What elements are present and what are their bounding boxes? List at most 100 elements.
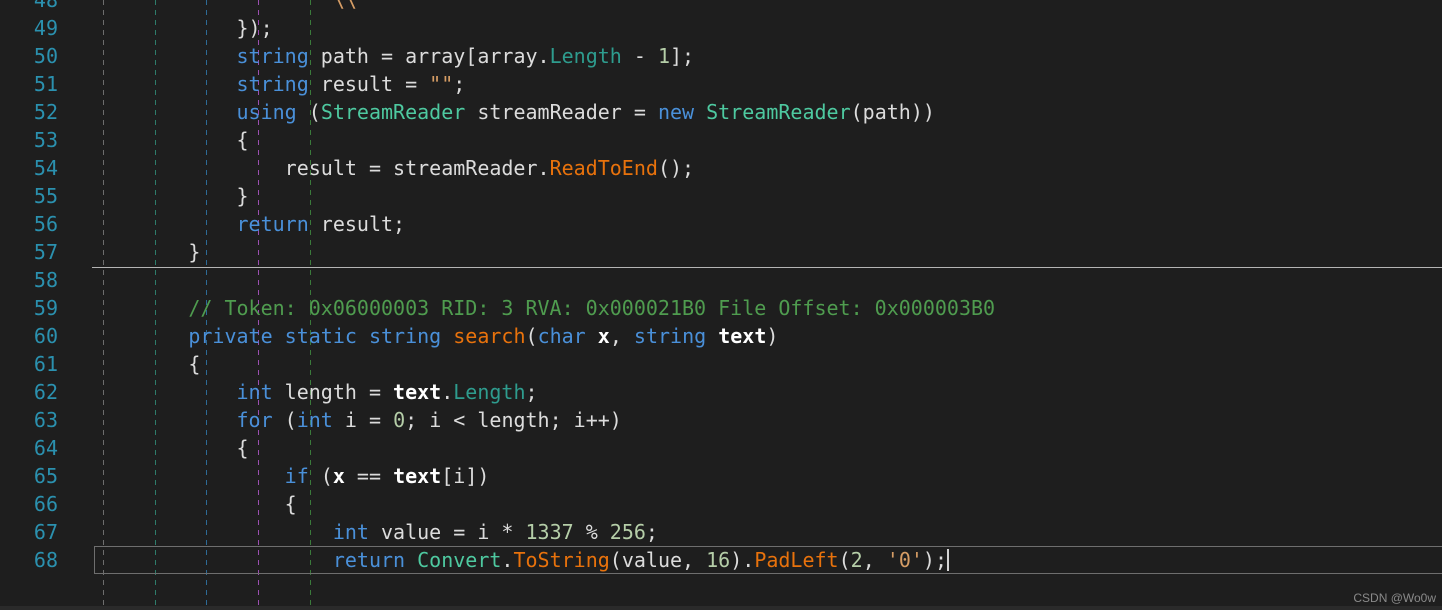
line-number: 57 xyxy=(33,240,58,264)
line-code[interactable]: private static string search(char x, str… xyxy=(92,322,778,350)
line-number: 64 xyxy=(33,436,58,460)
token-id: , xyxy=(609,324,634,348)
token-id: == xyxy=(344,464,394,488)
line-code[interactable]: int value = i * 1337 % 256; xyxy=(92,518,658,546)
line-number: 55 xyxy=(33,184,58,208)
token-id xyxy=(694,100,706,124)
line-number: 67 xyxy=(33,520,58,544)
line-number: 68 xyxy=(33,548,58,572)
token-kw: string xyxy=(236,72,309,96)
token-id: { xyxy=(92,352,201,376)
token-id: - xyxy=(621,44,658,68)
token-id xyxy=(92,100,237,124)
line-number: 59 xyxy=(33,296,58,320)
line-code[interactable]: // Token: 0x06000003 RID: 3 RVA: 0x00002… xyxy=(92,294,995,322)
line-code[interactable]: int length = text.Length; xyxy=(92,378,538,406)
token-id: ( xyxy=(838,548,851,572)
line-number: 60 xyxy=(33,324,58,348)
code-editor[interactable]: 48 \\ 49 }); 50 string path = array[array.… xyxy=(0,0,1442,610)
line-number: 53 xyxy=(33,128,58,152)
code-line[interactable]: 61 { xyxy=(0,350,1442,378)
line-number: 49 xyxy=(33,16,58,40)
line-number: 54 xyxy=(33,156,58,180)
code-line[interactable]: 62 int length = text.Length; xyxy=(0,378,1442,406)
line-code[interactable]: } xyxy=(92,182,248,210)
code-line[interactable]: 66 { xyxy=(0,490,1442,518)
token-id: { xyxy=(92,128,249,152)
token-id: }); xyxy=(92,16,273,40)
code-line[interactable]: 68 return Convert.ToString(value, 16).Pa… xyxy=(0,546,1442,574)
token-str: '0' xyxy=(886,548,923,572)
code-line[interactable]: 53 { xyxy=(0,126,1442,154)
line-code[interactable]: string result = ""; xyxy=(92,70,466,98)
token-kw: for xyxy=(236,408,273,432)
code-line[interactable]: 63 for (int i = 0; i < length; i++) xyxy=(0,406,1442,434)
token-kw: if xyxy=(284,464,309,488)
line-number: 51 xyxy=(33,72,58,96)
token-kw: static xyxy=(284,324,357,348)
token-kw: using xyxy=(236,100,297,124)
token-id xyxy=(92,324,188,348)
line-code[interactable]: \\ xyxy=(92,0,357,14)
code-line[interactable]: 49 }); xyxy=(0,14,1442,42)
token-id: ( xyxy=(308,464,333,488)
line-code[interactable]: }); xyxy=(92,14,273,42)
line-number: 50 xyxy=(33,44,58,68)
token-id: result = streamReader. xyxy=(92,156,550,180)
line-code[interactable]: return result; xyxy=(92,210,406,238)
token-id xyxy=(92,72,237,96)
line-code[interactable]: string path = array[array.Length - 1]; xyxy=(92,42,695,70)
watermark-bar xyxy=(0,606,1442,610)
line-number: 48 xyxy=(33,0,58,12)
line-code[interactable]: } xyxy=(92,238,200,266)
token-kw: string xyxy=(633,324,707,348)
token-num: 16 xyxy=(706,548,731,572)
token-id: (path)) xyxy=(850,100,935,124)
line-code[interactable]: result = streamReader.ReadToEnd(); xyxy=(92,154,694,182)
code-line[interactable]: 60 private static string search(char x, … xyxy=(0,322,1442,350)
token-num: 256 xyxy=(609,520,646,544)
token-id xyxy=(273,324,285,348)
code-line[interactable]: 56 return result; xyxy=(0,210,1442,238)
watermark-text: CSDN @Wo0w xyxy=(1353,591,1436,605)
code-line[interactable]: 57 } xyxy=(0,238,1442,266)
code-line[interactable]: 58 xyxy=(0,266,1442,294)
code-line[interactable]: 48 \\ xyxy=(0,0,1442,14)
line-code[interactable]: return Convert.ToString(value, 16).PadLe… xyxy=(92,546,950,574)
token-id: % xyxy=(573,520,610,544)
token-id: . xyxy=(501,548,514,572)
token-id: ; xyxy=(645,520,658,544)
line-code[interactable]: for (int i = 0; i < length; i++) xyxy=(92,406,622,434)
line-code[interactable]: using (StreamReader streamReader = new S… xyxy=(92,98,935,126)
token-id: ). xyxy=(730,548,755,572)
line-code[interactable]: { xyxy=(92,490,297,518)
token-id xyxy=(92,464,285,488)
code-line[interactable]: 59 // Token: 0x06000003 RID: 3 RVA: 0x00… xyxy=(0,294,1442,322)
token-kw: private xyxy=(188,324,273,348)
token-id xyxy=(92,548,333,572)
code-line[interactable]: 64 { xyxy=(0,434,1442,462)
line-code[interactable]: { xyxy=(92,126,249,154)
line-code[interactable]: { xyxy=(92,434,248,462)
code-line[interactable]: 50 string path = array[array.Length - 1]… xyxy=(0,42,1442,70)
token-kw: return xyxy=(332,548,406,572)
token-id xyxy=(586,324,598,348)
token-id: ); xyxy=(922,548,948,572)
token-num: 2 xyxy=(850,548,863,572)
token-id xyxy=(92,212,237,236)
token-id: result = xyxy=(308,72,430,96)
code-line[interactable]: 65 if (x == text[i]) xyxy=(0,462,1442,490)
code-line[interactable]: 55 } xyxy=(0,182,1442,210)
token-id: . xyxy=(441,380,454,404)
line-code[interactable]: { xyxy=(92,350,200,378)
line-code[interactable]: if (x == text[i]) xyxy=(92,462,490,490)
token-id: value = i * xyxy=(368,520,526,544)
token-param: text xyxy=(393,464,442,488)
code-line[interactable]: 67 int value = i * 1337 % 256; xyxy=(0,518,1442,546)
code-line[interactable]: 52 using (StreamReader streamReader = ne… xyxy=(0,98,1442,126)
code-line[interactable]: 51 string result = ""; xyxy=(0,70,1442,98)
token-id xyxy=(706,324,718,348)
code-line[interactable]: 54 result = streamReader.ReadToEnd(); xyxy=(0,154,1442,182)
token-id xyxy=(405,548,417,572)
token-id xyxy=(92,296,188,320)
